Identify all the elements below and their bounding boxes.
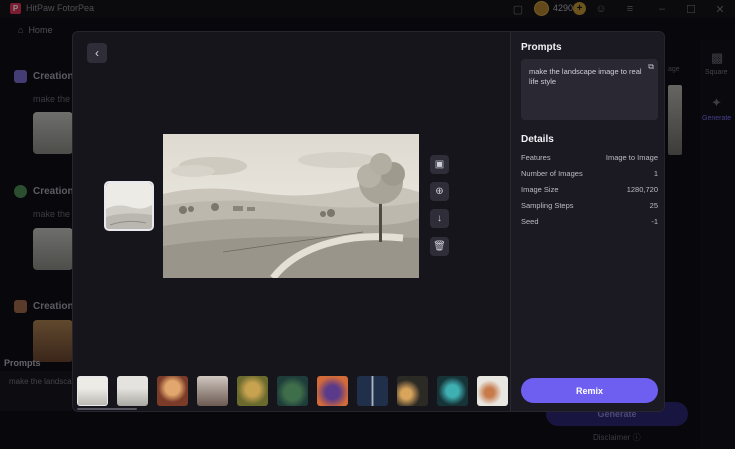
- history-thumb[interactable]: [117, 376, 148, 406]
- download-button[interactable]: ↓: [430, 209, 449, 228]
- source-image-thumb[interactable]: [104, 181, 154, 231]
- detail-label: Sampling Steps: [521, 201, 574, 210]
- history-thumb[interactable]: [357, 376, 388, 406]
- image-viewer: ‹ ▣ ⊕ ↓ 🗑: [73, 32, 510, 411]
- remix-button[interactable]: Remix: [521, 378, 658, 403]
- detail-value: Image to Image: [605, 153, 658, 162]
- history-thumb[interactable]: [237, 376, 268, 406]
- landscape-image-svg: [163, 134, 419, 278]
- detail-row-seed: Seed -1: [521, 217, 658, 229]
- detail-label: Seed: [521, 217, 539, 226]
- image-icon: ▣: [434, 159, 445, 170]
- prompts-title: Prompts: [521, 42, 562, 53]
- chevron-left-icon: ‹: [95, 46, 99, 60]
- detail-value: 1: [653, 169, 658, 178]
- zoom-in-button[interactable]: ⊕: [430, 182, 449, 201]
- details-panel: Prompts make the landscape image to real…: [510, 32, 664, 411]
- detail-value: -1: [651, 217, 658, 226]
- zoom-in-icon: ⊕: [435, 186, 444, 197]
- history-thumbnail-strip: [77, 376, 510, 410]
- source-image-thumb-svg: [106, 183, 152, 229]
- detail-value: 25: [649, 201, 658, 210]
- set-as-reference-button[interactable]: ▣: [430, 155, 449, 174]
- prompt-text: make the landscape image to real life st…: [529, 67, 642, 86]
- image-detail-modal: ‹ ▣ ⊕ ↓ 🗑 Prompts make the landscape ima…: [72, 31, 665, 412]
- generated-image: [163, 134, 419, 278]
- detail-row-image-size: Image Size 1280,720: [521, 185, 658, 197]
- detail-label: Features: [521, 153, 551, 162]
- delete-button[interactable]: 🗑: [430, 237, 449, 256]
- history-thumb[interactable]: [317, 376, 348, 406]
- remix-label: Remix: [575, 385, 603, 396]
- detail-row-sampling-steps: Sampling Steps 25: [521, 201, 658, 213]
- download-icon: ↓: [437, 213, 442, 224]
- history-thumb[interactable]: [77, 376, 108, 406]
- history-thumb[interactable]: [397, 376, 428, 406]
- detail-row-features: Features Image to Image: [521, 153, 658, 165]
- prompt-box: make the landscape image to real life st…: [521, 59, 658, 120]
- strip-scrollbar[interactable]: [77, 408, 137, 410]
- detail-value: 1280,720: [626, 185, 658, 194]
- history-thumb[interactable]: [437, 376, 468, 406]
- back-button[interactable]: ‹: [87, 43, 107, 63]
- detail-label: Number of Images: [521, 169, 583, 178]
- history-thumb[interactable]: [477, 376, 508, 406]
- details-title: Details: [521, 134, 554, 145]
- history-thumb[interactable]: [197, 376, 228, 406]
- detail-row-number-of-images: Number of Images 1: [521, 169, 658, 181]
- trash-icon: 🗑: [433, 241, 446, 252]
- history-thumb[interactable]: [157, 376, 188, 406]
- detail-label: Image Size: [521, 185, 559, 194]
- copy-icon[interactable]: ⧉: [648, 62, 654, 72]
- history-thumb[interactable]: [277, 376, 308, 406]
